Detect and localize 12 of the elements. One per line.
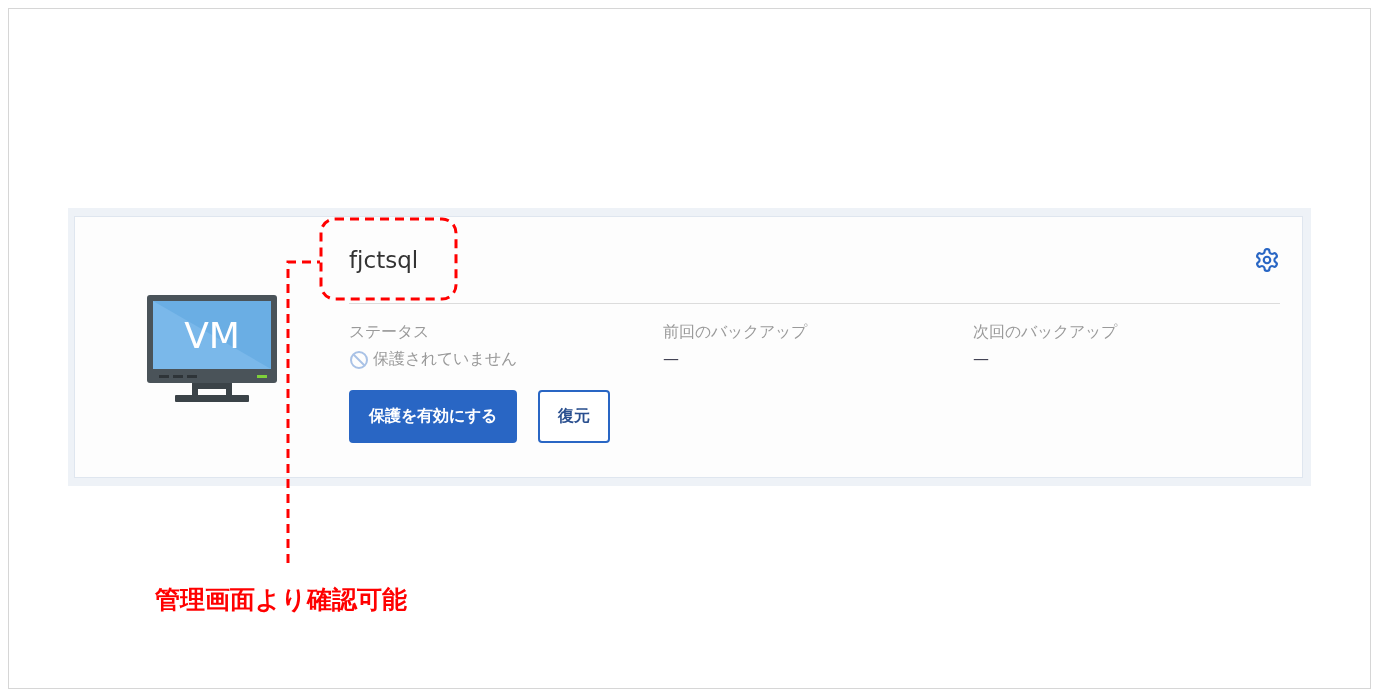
field-label: 前回のバックアップ (663, 322, 809, 343)
field-value: — (973, 349, 990, 368)
field-value: — (663, 349, 680, 368)
vm-name: fjctsql (349, 247, 419, 273)
annotation-text: 管理画面より確認可能 (155, 584, 407, 616)
field-label: ステータス (349, 322, 430, 343)
restore-button[interactable]: 復元 (538, 390, 610, 443)
prohibited-icon (349, 349, 369, 370)
field-label: 次回のバックアップ (973, 322, 1119, 343)
status-text: 保護されていません (373, 349, 517, 370)
enable-protection-button[interactable]: 保護を有効にする (349, 390, 517, 443)
settings-icon[interactable] (1254, 247, 1280, 273)
